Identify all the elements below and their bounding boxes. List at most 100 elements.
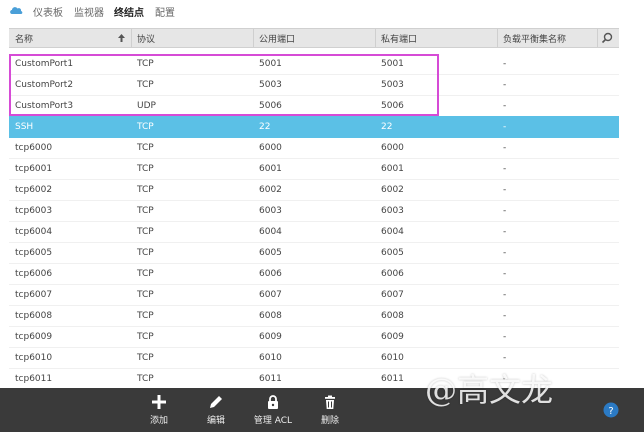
cell-public-port: 6003	[259, 206, 282, 216]
table-row[interactable]: tcp6000 TCP 6000 6000 -	[9, 137, 619, 159]
cell-public-port: 6008	[259, 311, 282, 321]
add-button-label: 添加	[149, 416, 168, 426]
cell-protocol: TCP	[137, 248, 154, 258]
cell-public-port: 6009	[259, 332, 282, 342]
cell-name: tcp6008	[15, 311, 53, 321]
cell-lb-set: -	[503, 290, 507, 300]
cell-protocol: TCP	[137, 185, 154, 195]
table-row[interactable]: tcp6005 TCP 6005 6005 -	[9, 242, 619, 264]
column-divider	[131, 29, 132, 47]
table-row[interactable]: tcp6004 TCP 6004 6004 -	[9, 221, 619, 243]
table-row[interactable]: tcp6009 TCP 6009 6009 -	[9, 326, 619, 348]
cell-private-port: 6011	[381, 374, 404, 384]
cell-name: tcp6010	[15, 353, 53, 363]
table-row[interactable]: SSH TCP 22 22 -	[9, 116, 619, 138]
delete-button[interactable]: 删除	[308, 394, 352, 426]
cell-private-port: 6010	[381, 353, 404, 363]
tab-monitor[interactable]: 监视器	[74, 4, 104, 19]
cell-protocol: TCP	[137, 311, 154, 321]
scrollbar[interactable]	[623, 52, 629, 388]
cell-private-port: 6000	[381, 143, 404, 153]
author-watermark: @高文龙	[425, 371, 554, 409]
cell-private-port: 6002	[381, 185, 404, 195]
cell-protocol: TCP	[137, 143, 154, 153]
edit-button-label: 编辑	[206, 416, 225, 426]
cell-private-port: 6003	[381, 206, 404, 216]
tab-endpoints[interactable]: 终结点	[114, 4, 144, 19]
trash-icon	[325, 395, 335, 409]
cell-name: tcp6009	[15, 332, 53, 342]
svg-text:?: ?	[608, 406, 613, 417]
column-header-name[interactable]: 名称	[15, 32, 33, 45]
cell-public-port: 6007	[259, 290, 282, 300]
cell-lb-set: -	[503, 206, 507, 216]
tab-dashboard[interactable]: 仪表板	[33, 4, 63, 19]
cell-private-port: 6001	[381, 164, 404, 174]
cell-lb-set: -	[503, 311, 507, 321]
cell-public-port: 6006	[259, 269, 282, 279]
search-icon[interactable]	[601, 32, 613, 44]
cell-lb-set: -	[503, 164, 507, 174]
cell-public-port: 6011	[259, 374, 282, 384]
cell-name: tcp6003	[15, 206, 53, 216]
column-header-private-port[interactable]: 私有端口	[381, 32, 417, 45]
cell-private-port: 6007	[381, 290, 404, 300]
cell-public-port: 6004	[259, 227, 282, 237]
cell-private-port: 22	[381, 122, 393, 132]
cell-protocol: TCP	[137, 269, 154, 279]
cell-lb-set: -	[503, 59, 507, 69]
cell-private-port: 6006	[381, 269, 404, 279]
cell-protocol: TCP	[137, 122, 154, 132]
table-row[interactable]: tcp6006 TCP 6006 6006 -	[9, 263, 619, 285]
cell-name: tcp6011	[15, 374, 53, 384]
cell-lb-set: -	[503, 227, 507, 237]
cell-public-port: 6002	[259, 185, 282, 195]
pencil-icon	[210, 396, 222, 408]
cell-public-port: 6000	[259, 143, 282, 153]
column-header-protocol[interactable]: 协议	[137, 32, 155, 45]
sort-ascending-icon[interactable]	[117, 33, 126, 43]
cell-lb-set: -	[503, 101, 507, 111]
highlight-annotation-box	[9, 54, 439, 116]
manage-acl-button[interactable]: 管理 ACL	[251, 394, 295, 426]
cell-name: tcp6000	[15, 143, 53, 153]
cell-name: SSH	[15, 122, 34, 132]
column-divider	[253, 29, 254, 47]
cell-name: tcp6002	[15, 185, 53, 195]
cell-protocol: TCP	[137, 374, 154, 384]
cell-lb-set: -	[503, 185, 507, 195]
azure-cloud-icon[interactable]	[9, 5, 23, 16]
column-divider	[597, 29, 598, 47]
cell-lb-set: -	[503, 143, 507, 153]
tab-configure[interactable]: 配置	[155, 4, 175, 19]
cell-lb-set: -	[503, 332, 507, 342]
help-icon[interactable]: ?	[603, 402, 619, 418]
top-nav: 仪表板 监视器 终结点 配置	[0, 0, 644, 22]
add-button[interactable]: 添加	[137, 394, 181, 426]
table-row[interactable]: tcp6007 TCP 6007 6007 -	[9, 284, 619, 306]
cell-lb-set: -	[503, 269, 507, 279]
cell-protocol: TCP	[137, 164, 154, 174]
column-divider	[375, 29, 376, 47]
plus-icon	[152, 395, 166, 409]
cell-lb-set: -	[503, 80, 507, 90]
edit-button[interactable]: 编辑	[194, 394, 238, 426]
cell-name: tcp6005	[15, 248, 53, 258]
cell-protocol: TCP	[137, 353, 154, 363]
delete-button-label: 删除	[320, 416, 339, 426]
cell-private-port: 6008	[381, 311, 404, 321]
column-header-lb-set[interactable]: 负载平衡集名称	[503, 32, 566, 45]
lock-icon	[268, 395, 278, 409]
table-row[interactable]: tcp6002 TCP 6002 6002 -	[9, 179, 619, 201]
column-divider	[497, 29, 498, 47]
column-header-public-port[interactable]: 公用端口	[259, 32, 295, 45]
cell-name: tcp6007	[15, 290, 53, 300]
cell-lb-set: -	[503, 248, 507, 258]
cell-name: tcp6001	[15, 164, 53, 174]
table-row[interactable]: tcp6001 TCP 6001 6001 -	[9, 158, 619, 180]
cell-name: tcp6004	[15, 227, 53, 237]
table-row[interactable]: tcp6003 TCP 6003 6003 -	[9, 200, 619, 222]
table-row[interactable]: tcp6008 TCP 6008 6008 -	[9, 305, 619, 327]
cell-lb-set: -	[503, 353, 507, 363]
manage-acl-button-label: 管理 ACL	[253, 416, 293, 426]
